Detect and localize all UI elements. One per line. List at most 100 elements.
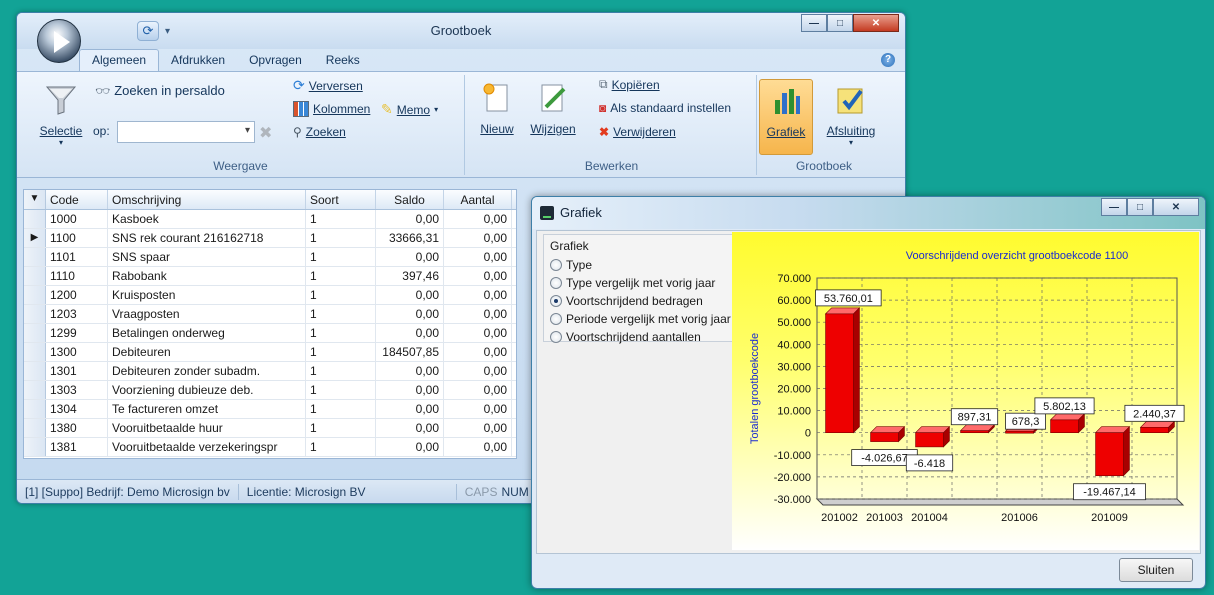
aantal-cell: 0,00 — [444, 400, 512, 418]
code-cell: 1381 — [46, 438, 108, 456]
dialog-close-button[interactable]: ✕ — [1153, 198, 1199, 216]
radio-option[interactable]: Voortschrijdend aantallen — [550, 328, 726, 346]
table-row[interactable]: 1303 Voorziening dubieuze deb. 1 0,00 0,00 — [24, 381, 516, 400]
radio-option[interactable]: Type vergelijk met vorig jaar — [550, 274, 726, 292]
aantal-cell: 0,00 — [444, 248, 512, 266]
close-button[interactable]: ✕ — [853, 14, 899, 32]
aantal-cell: 0,00 — [444, 305, 512, 323]
column-header-aantal[interactable]: Aantal — [444, 190, 512, 209]
row-selector[interactable] — [24, 210, 46, 228]
code-cell: 1000 — [46, 210, 108, 228]
y-axis-label: Totalen grootboekcode — [749, 333, 761, 444]
row-selector[interactable] — [24, 286, 46, 304]
y-tick-label: 30.000 — [777, 361, 811, 373]
radio-button-icon[interactable] — [550, 313, 562, 325]
row-selector[interactable] — [24, 267, 46, 285]
bar-chart: Voorschrijdend overzicht grootboekcode 1… — [749, 250, 1185, 524]
nieuw-button[interactable]: Nieuw — [473, 81, 521, 136]
minimize-button[interactable]: — — [801, 14, 827, 32]
row-selector[interactable] — [24, 419, 46, 437]
row-selector[interactable] — [24, 248, 46, 266]
row-selector[interactable] — [24, 381, 46, 399]
afsluiting-button[interactable]: Afsluiting ▾ — [819, 83, 883, 147]
als-standaard-instellen-button[interactable]: ◙ Als standaard instellen — [599, 101, 731, 115]
x-tick-label: 201002 — [821, 512, 858, 524]
table-row[interactable]: 1000 Kasboek 1 0,00 0,00 — [24, 210, 516, 229]
y-tick-label: -30.000 — [774, 494, 811, 506]
radio-button-icon[interactable] — [550, 277, 562, 289]
memo-button[interactable]: ✎ Memo ▾ — [381, 101, 438, 118]
aantal-cell: 0,00 — [444, 343, 512, 361]
dialog-minimize-button[interactable]: — — [1101, 198, 1127, 216]
code-cell: 1203 — [46, 305, 108, 323]
memo-label: Memo — [396, 102, 431, 117]
status-company: [1] [Suppo] Bedrijf: Demo Microsign bv — [17, 483, 239, 500]
bar — [1050, 419, 1079, 433]
kolommen-button[interactable]: Kolommen — [293, 101, 370, 117]
code-cell: 1304 — [46, 400, 108, 418]
help-icon[interactable]: ? — [881, 53, 895, 67]
selectie-button[interactable]: Selectie ▾ — [37, 83, 85, 147]
verversen-button[interactable]: ⟳ Verversen — [293, 77, 363, 94]
radio-option[interactable]: Voortschrijdend bedragen — [550, 292, 726, 310]
grafiek-button[interactable]: Grafiek — [759, 79, 813, 155]
wijzigen-button[interactable]: Wijzigen — [527, 81, 579, 136]
table-row[interactable]: 1299 Betalingen onderweg 1 0,00 0,00 — [24, 324, 516, 343]
op-search-combo[interactable] — [117, 121, 255, 143]
table-row[interactable]: 1380 Vooruitbetaalde huur 1 0,00 0,00 — [24, 419, 516, 438]
table-row[interactable]: 1101 SNS spaar 1 0,00 0,00 — [24, 248, 516, 267]
row-selector[interactable] — [24, 400, 46, 418]
column-header-soort[interactable]: Soort — [306, 190, 376, 209]
radio-option[interactable]: Type — [550, 256, 726, 274]
clear-search-icon[interactable]: ✖ — [259, 123, 272, 143]
row-selector[interactable] — [24, 305, 46, 323]
application-menu-button[interactable] — [37, 19, 81, 63]
data-label: 53.760,01 — [824, 293, 873, 305]
kopieren-button[interactable]: ⧉ Kopiëren — [599, 77, 660, 92]
data-label: 5.802,13 — [1043, 401, 1086, 413]
column-header-code[interactable]: Code — [46, 190, 108, 209]
table-row[interactable]: 1110 Rabobank 1 397,46 0,00 — [24, 267, 516, 286]
grid-menu-icon[interactable]: ▼ — [24, 190, 46, 209]
table-row[interactable]: 1304 Te factureren omzet 1 0,00 0,00 — [24, 400, 516, 419]
ribbon-tabs: Algemeen Afdrukken Opvragen Reeks ? — [17, 49, 905, 71]
zoeken-button[interactable]: ⚲ Zoeken — [293, 125, 346, 139]
table-row[interactable]: ▶ 1100 SNS rek courant 216162718 1 33666,31 0… — [24, 229, 516, 248]
table-row[interactable]: 1203 Vraagposten 1 0,00 0,00 — [24, 305, 516, 324]
aantal-cell: 0,00 — [444, 324, 512, 342]
radio-button-icon[interactable] — [550, 259, 562, 271]
tab-opvragen[interactable]: Opvragen — [237, 50, 314, 71]
radio-button-icon[interactable] — [550, 295, 562, 307]
zoeken-in-persaldo-toggle[interactable]: 👓︎ Zoeken in persaldo — [95, 83, 225, 98]
y-tick-label: 0 — [805, 428, 811, 440]
code-cell: 1100 — [46, 229, 108, 247]
row-selector[interactable] — [24, 324, 46, 342]
column-header-omschrijving[interactable]: Omschrijving — [108, 190, 306, 209]
row-selector-arrow-icon[interactable]: ▶ — [24, 229, 46, 247]
radio-label: Type vergelijk met vorig jaar — [566, 276, 716, 290]
table-row[interactable]: 1301 Debiteuren zonder subadm. 1 0,00 0,00 — [24, 362, 516, 381]
sluiten-button[interactable]: Sluiten — [1119, 558, 1193, 582]
table-row[interactable]: 1300 Debiteuren 1 184507,85 0,00 — [24, 343, 516, 362]
row-selector[interactable] — [24, 343, 46, 361]
column-header-saldo[interactable]: Saldo — [376, 190, 444, 209]
zoeken-in-persaldo-label: Zoeken in persaldo — [114, 83, 225, 98]
saldo-cell: 0,00 — [376, 381, 444, 399]
verwijderen-button[interactable]: ✖ Verwijderen — [599, 125, 676, 139]
row-selector[interactable] — [24, 438, 46, 456]
maximize-button[interactable]: □ — [827, 14, 853, 32]
tab-afdrukken[interactable]: Afdrukken — [159, 50, 237, 71]
omschrijving-cell: Te factureren omzet — [108, 400, 306, 418]
bar — [1095, 432, 1124, 477]
table-row[interactable]: 1200 Kruisposten 1 0,00 0,00 — [24, 286, 516, 305]
tab-algemeen[interactable]: Algemeen — [79, 49, 160, 71]
dialog-maximize-button[interactable]: □ — [1127, 198, 1153, 216]
table-row[interactable]: 1381 Vooruitbetaalde verzekeringspr 1 0,00 0… — [24, 438, 516, 457]
radio-button-icon[interactable] — [550, 331, 562, 343]
tab-reeks[interactable]: Reeks — [314, 50, 372, 71]
radio-label: Periode vergelijk met vorig jaar — [566, 312, 731, 326]
row-selector[interactable] — [24, 362, 46, 380]
radio-option[interactable]: Periode vergelijk met vorig jaar — [550, 310, 731, 328]
bar-side — [1123, 425, 1130, 477]
afsluiting-label: Afsluiting — [826, 124, 876, 138]
